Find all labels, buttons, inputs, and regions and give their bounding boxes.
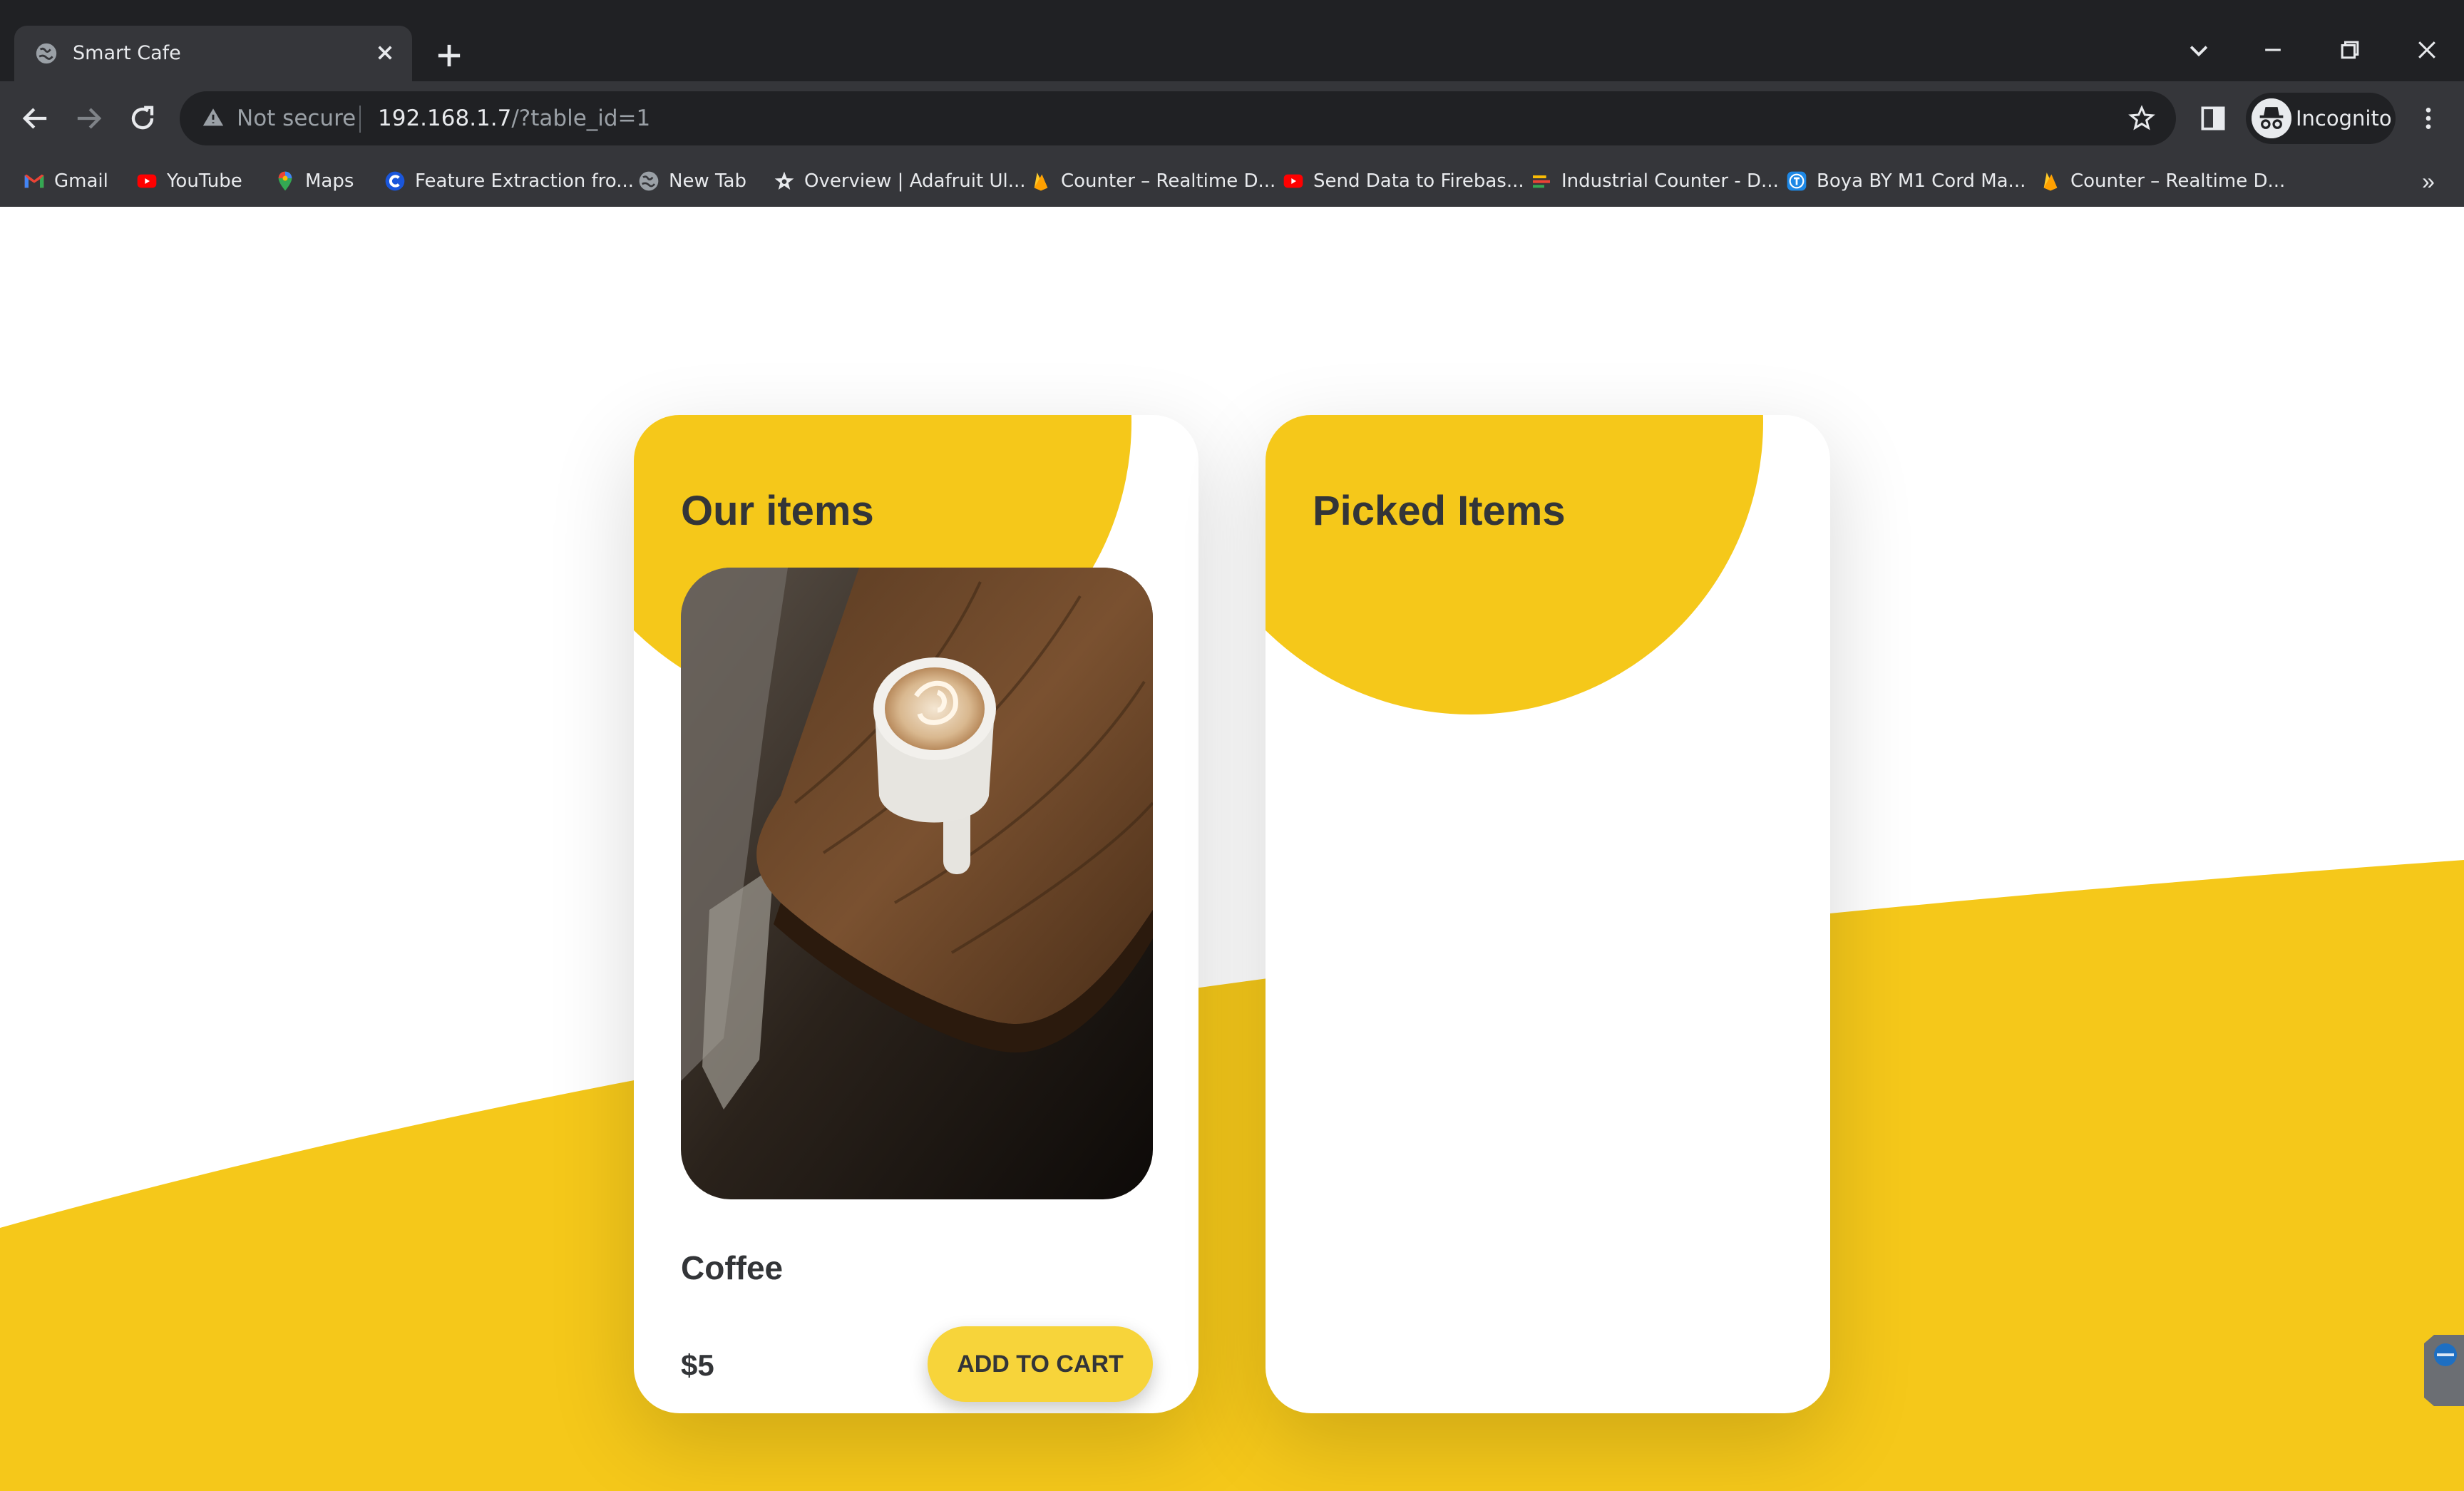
warning-icon[interactable] — [201, 106, 225, 130]
incognito-icon — [2252, 98, 2291, 138]
web-page: Our items Coffee $5 ADD TO CART Picked I… — [0, 207, 2464, 1491]
coffee-image — [681, 568, 1153, 1199]
c-logo-icon — [385, 171, 405, 191]
bookmark-feature-extraction[interactable]: Feature Extraction fro... — [384, 165, 634, 197]
tab-strip: Smart Cafe — [0, 0, 2464, 81]
gmail-icon — [24, 174, 44, 188]
floating-helper-icon[interactable] — [2424, 1335, 2464, 1406]
bookmark-label: New Tab — [669, 170, 746, 192]
bookmark-label: Gmail — [54, 170, 108, 192]
item-name: Coffee — [681, 1249, 784, 1286]
side-panel-icon[interactable] — [2197, 103, 2229, 134]
bookmark-label: Counter – Realtime D... — [1061, 170, 1276, 192]
bookmark-boya[interactable]: Boya BY M1 Cord Ma... — [1785, 165, 2026, 197]
bookmark-counter-realtime-2[interactable]: Counter – Realtime D... — [2039, 165, 2285, 197]
url-path: /?table_id=1 — [511, 106, 651, 131]
t-logo-icon — [1787, 171, 1807, 191]
bookmark-label: Feature Extraction fro... — [415, 170, 635, 192]
bookmark-label: Counter – Realtime D... — [2070, 170, 2286, 192]
bookmark-label: YouTube — [167, 170, 242, 192]
bookmark-industrial-counter[interactable]: Industrial Counter - D... — [1530, 165, 1779, 197]
security-status[interactable]: Not secure — [237, 106, 356, 131]
bookmark-youtube[interactable]: YouTube — [135, 165, 242, 197]
more-menu-icon[interactable] — [2414, 100, 2443, 137]
tab-search-icon[interactable] — [2177, 31, 2220, 68]
bookmark-label: Industrial Counter - D... — [1561, 170, 1779, 192]
card-decoration-blob — [1266, 415, 1763, 714]
minimize-icon[interactable] — [2252, 31, 2294, 68]
incognito-profile-button[interactable]: Incognito — [2246, 93, 2396, 144]
forward-icon[interactable] — [70, 100, 107, 137]
back-icon[interactable] — [17, 100, 54, 137]
incognito-label: Incognito — [2296, 106, 2392, 130]
menu-card-title: Our items — [681, 488, 874, 534]
menu-card: Our items Coffee $5 ADD TO CART — [634, 415, 1198, 1413]
bookmark-send-data[interactable]: Send Data to Firebas... — [1282, 165, 1524, 197]
browser-tab[interactable]: Smart Cafe — [14, 26, 412, 81]
browser-chrome: Smart Cafe Not secure 192.168.1.7/?table… — [0, 0, 2464, 207]
bars-icon — [1533, 175, 1550, 188]
add-to-cart-button[interactable]: ADD TO CART — [928, 1326, 1153, 1402]
adafruit-star-icon — [774, 171, 794, 190]
bookmark-label: Overview | Adafruit Ul... — [804, 170, 1026, 192]
bookmark-label: Maps — [305, 170, 354, 192]
close-icon[interactable] — [371, 39, 399, 67]
background-wave — [0, 860, 2464, 1491]
browser-toolbar: Not secure 192.168.1.7/?table_id=1 Incog… — [0, 81, 2464, 155]
bookmark-star-icon[interactable] — [2127, 104, 2156, 133]
picked-items-card: Picked Items — [1266, 415, 1830, 1413]
bookmark-new-tab[interactable]: New Tab — [637, 165, 746, 197]
picked-items-title: Picked Items — [1313, 488, 1566, 534]
maps-icon — [278, 171, 292, 191]
reload-icon[interactable] — [124, 100, 161, 137]
omnibox-divider — [359, 106, 361, 133]
firebase-icon — [1034, 173, 1048, 191]
bookmark-label: Send Data to Firebas... — [1313, 170, 1524, 192]
coffee-photo-illustration — [681, 568, 1153, 1199]
bookmark-gmail[interactable]: Gmail — [23, 165, 108, 197]
more-bookmarks-chevron-icon[interactable]: » — [2414, 164, 2443, 198]
bookmark-maps[interactable]: Maps — [274, 165, 354, 197]
tab-title: Smart Cafe — [73, 42, 181, 64]
url-text[interactable]: 192.168.1.7/?table_id=1 — [378, 106, 650, 131]
address-bar[interactable]: Not secure 192.168.1.7/?table_id=1 — [180, 91, 2176, 145]
globe-icon — [639, 171, 659, 191]
youtube-icon — [1283, 174, 1303, 188]
bookmarks-bar: Gmail YouTube Maps Feature Extraction fr… — [0, 155, 2464, 207]
bookmark-counter-realtime-1[interactable]: Counter – Realtime D... — [1030, 165, 1275, 197]
restore-icon[interactable] — [2329, 31, 2371, 68]
bookmark-adafruit[interactable]: Overview | Adafruit Ul... — [773, 165, 1026, 197]
close-window-icon[interactable] — [2406, 31, 2448, 68]
globe-icon — [36, 43, 57, 64]
youtube-icon — [137, 174, 157, 188]
firebase-icon — [2043, 173, 2058, 191]
bookmark-label: Boya BY M1 Cord Ma... — [1817, 170, 2026, 192]
item-price: $5 — [681, 1348, 714, 1382]
new-tab-button[interactable] — [431, 37, 468, 74]
url-host: 192.168.1.7 — [378, 106, 512, 131]
